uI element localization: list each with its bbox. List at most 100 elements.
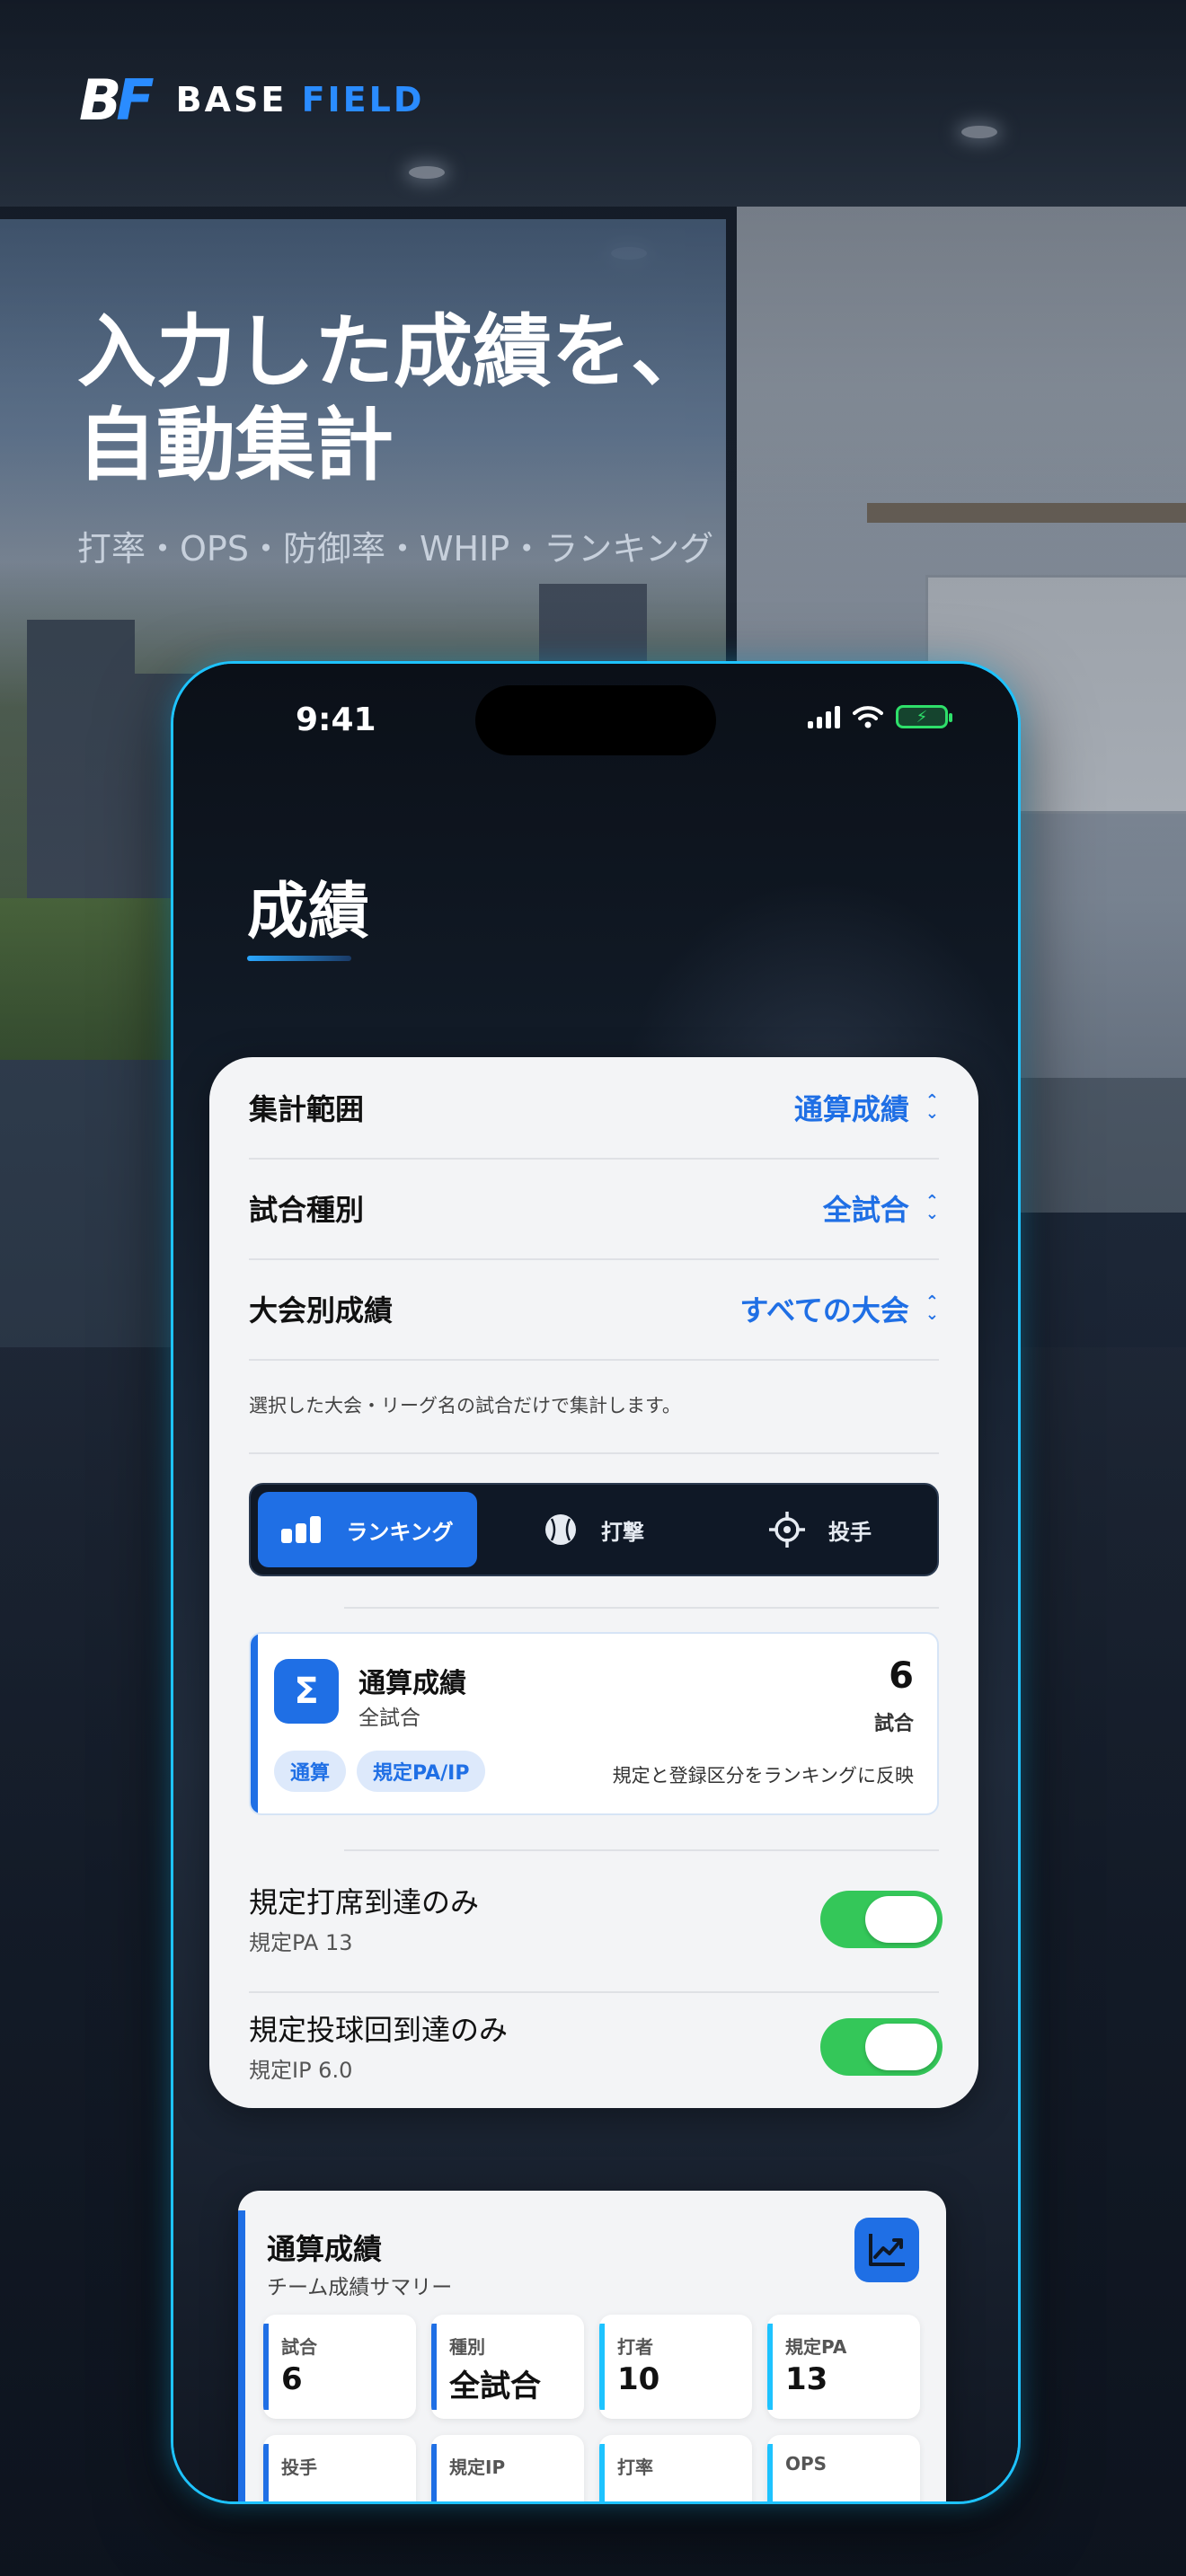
signal-icon [808, 705, 840, 728]
summary-panel: Σ 通算成績 全試合 6 試合 通算 規定PA/IP 規定と登録区分をランキング… [249, 1632, 939, 1815]
stat-tile-games: 試合 6 [263, 2315, 416, 2419]
filter-value: 全試合 [822, 1193, 909, 1227]
filter-label: 集計範囲 [249, 1092, 365, 1126]
trend-chart-glyph [869, 2234, 905, 2266]
team-summary-card: 通算成績 チーム成績サマリー 試合 6 種別 全試合 打者 10 規定PA 13… [238, 2191, 946, 2501]
stat-value: 10 [617, 2361, 660, 2397]
filter-picker[interactable]: 全試合 ⌃ ⌄ [823, 1187, 939, 1229]
stat-tile-qualified-ip: 規定IP [431, 2435, 584, 2501]
toggle-row-qualified-pa: 規定打席到達のみ 規定PA 13 [249, 1864, 943, 1981]
toggle-knob [865, 2024, 937, 2070]
filter-row-tournament[interactable]: 大会別成績 すべての大会 ⌃ ⌄ [249, 1258, 939, 1361]
stat-label: 規定PA [785, 2336, 847, 2358]
page-title: 成績 [247, 877, 370, 948]
stat-tile-avg: 打率 [599, 2435, 752, 2501]
chevron-up-down-icon: ⌃ ⌄ [925, 1091, 939, 1123]
status-icons: ⚡ [808, 705, 952, 728]
wifi-icon [853, 706, 883, 728]
stat-value: 全試合 [449, 2369, 541, 2404]
hero-headline: 入力した成績を、 自動集計 [77, 305, 710, 492]
divider [344, 1849, 939, 1851]
baseball-icon [545, 1514, 576, 1545]
filter-value: すべての大会 [739, 1293, 909, 1328]
filter-picker[interactable]: すべての大会 ⌃ ⌄ [739, 1288, 939, 1329]
stat-value: 13 [785, 2361, 828, 2397]
stat-label: 投手 [281, 2457, 317, 2478]
phone-frame: 9:41 ⚡ 成績 集計範囲 通算成績 ⌃ ⌄ 試合種別 全試合 ⌃ ⌄ 大会別成績 す… [171, 661, 1021, 2504]
filter-value: 通算成績 [793, 1092, 909, 1126]
segmented-control: ランキング 打撃 投手 [249, 1483, 939, 1576]
filter-note: 選択した大会・リーグ名の試合だけで集計します。 [249, 1395, 681, 1416]
filter-label: 試合種別 [249, 1193, 365, 1227]
summary-accent [251, 1634, 258, 1813]
toggle-sublabel: 規定PA 13 [249, 1930, 353, 1955]
stat-value: 6 [281, 2361, 303, 2397]
title-underline [247, 956, 351, 961]
brand-logo: BF BASE FIELD [79, 66, 425, 133]
game-count: 6 [889, 1655, 914, 1697]
toggle-label: 規定打席到達のみ [249, 1885, 480, 1919]
qualified-ip-toggle[interactable] [820, 2018, 943, 2076]
summary-title: 通算成績 [358, 1668, 466, 1699]
summary-subtitle: 全試合 [358, 1707, 420, 1730]
stat-accent [431, 2324, 437, 2410]
bar-chart-icon [281, 1516, 322, 1543]
filter-row-range[interactable]: 集計範囲 通算成績 ⌃ ⌄ [249, 1057, 939, 1160]
toggle-row-qualified-ip: 規定投球回到達のみ 規定IP 6.0 [249, 1991, 943, 2108]
dynamic-island [475, 685, 716, 755]
chevron-up-down-icon: ⌃ ⌄ [925, 1292, 939, 1324]
team-subtitle: チーム成績サマリー [267, 2276, 453, 2299]
stat-accent [599, 2324, 605, 2410]
qualified-pa-toggle[interactable] [820, 1891, 943, 1948]
filter-card: 集計範囲 通算成績 ⌃ ⌄ 試合種別 全試合 ⌃ ⌄ 大会別成績 すべての大会 ⌃ ⌄ 選択… [209, 1057, 978, 2108]
toggle-sublabel: 規定IP 6.0 [249, 2058, 353, 2083]
toggle-label: 規定投球回到達のみ [249, 2013, 509, 2047]
filter-row-game-type[interactable]: 試合種別 全試合 ⌃ ⌄ [249, 1158, 939, 1260]
tab-batting[interactable]: 打撃 [484, 1492, 704, 1567]
tab-label: ランキング [346, 1519, 454, 1545]
toggle-knob [865, 1896, 937, 1943]
stat-accent [599, 2444, 605, 2501]
battery-charging-icon: ⚡ [896, 705, 952, 728]
team-title: 通算成績 [267, 2232, 383, 2266]
chip-total: 通算 [274, 1751, 347, 1792]
stat-label: 打率 [617, 2457, 653, 2478]
stat-accent [263, 2444, 269, 2501]
trend-chart-icon[interactable] [854, 2218, 919, 2282]
logo-word-field: FIELD [301, 80, 425, 119]
stat-label: 打者 [617, 2336, 653, 2358]
chip-qualified: 規定PA/IP [357, 1751, 486, 1792]
divider [249, 1452, 939, 1454]
stat-label: 種別 [449, 2336, 485, 2358]
stat-label: 試合 [281, 2336, 317, 2358]
sigma-icon: Σ [274, 1659, 339, 1724]
status-time: 9:41 [296, 701, 376, 738]
tab-label: 投手 [828, 1519, 872, 1545]
stat-tile-pitchers: 投手 [263, 2435, 416, 2501]
team-accent [238, 2210, 245, 2501]
headline-line-2: 自動集計 [77, 399, 394, 491]
stat-accent [263, 2324, 269, 2410]
stat-tile-ops: OPS [767, 2435, 920, 2501]
stat-label: OPS [785, 2453, 828, 2475]
target-icon [769, 1512, 805, 1548]
stat-accent [431, 2444, 437, 2501]
headline-line-1: 入力した成績を、 [77, 305, 711, 398]
divider [344, 1607, 939, 1609]
tab-pitching[interactable]: 投手 [711, 1492, 930, 1567]
logo-mark: BF [79, 66, 155, 133]
filter-picker[interactable]: 通算成績 ⌃ ⌄ [794, 1087, 939, 1128]
game-count-unit: 試合 [873, 1713, 914, 1735]
stat-tile-batters: 打者 10 [599, 2315, 752, 2419]
filter-label: 大会別成績 [249, 1293, 394, 1328]
summary-note: 規定と登録区分をランキングに反映 [612, 1765, 914, 1786]
hero-subline: 打率・OPS・防御率・WHIP・ランキング [77, 529, 714, 569]
chevron-up-down-icon: ⌃ ⌄ [925, 1192, 939, 1223]
stat-tile-qualified-pa: 規定PA 13 [767, 2315, 920, 2419]
stat-tile-type: 種別 全試合 [431, 2315, 584, 2419]
logo-word-base: BASE [175, 80, 288, 119]
stat-accent [767, 2324, 773, 2410]
stat-accent [767, 2444, 773, 2501]
tab-ranking[interactable]: ランキング [258, 1492, 477, 1567]
tab-label: 打撃 [601, 1519, 644, 1545]
